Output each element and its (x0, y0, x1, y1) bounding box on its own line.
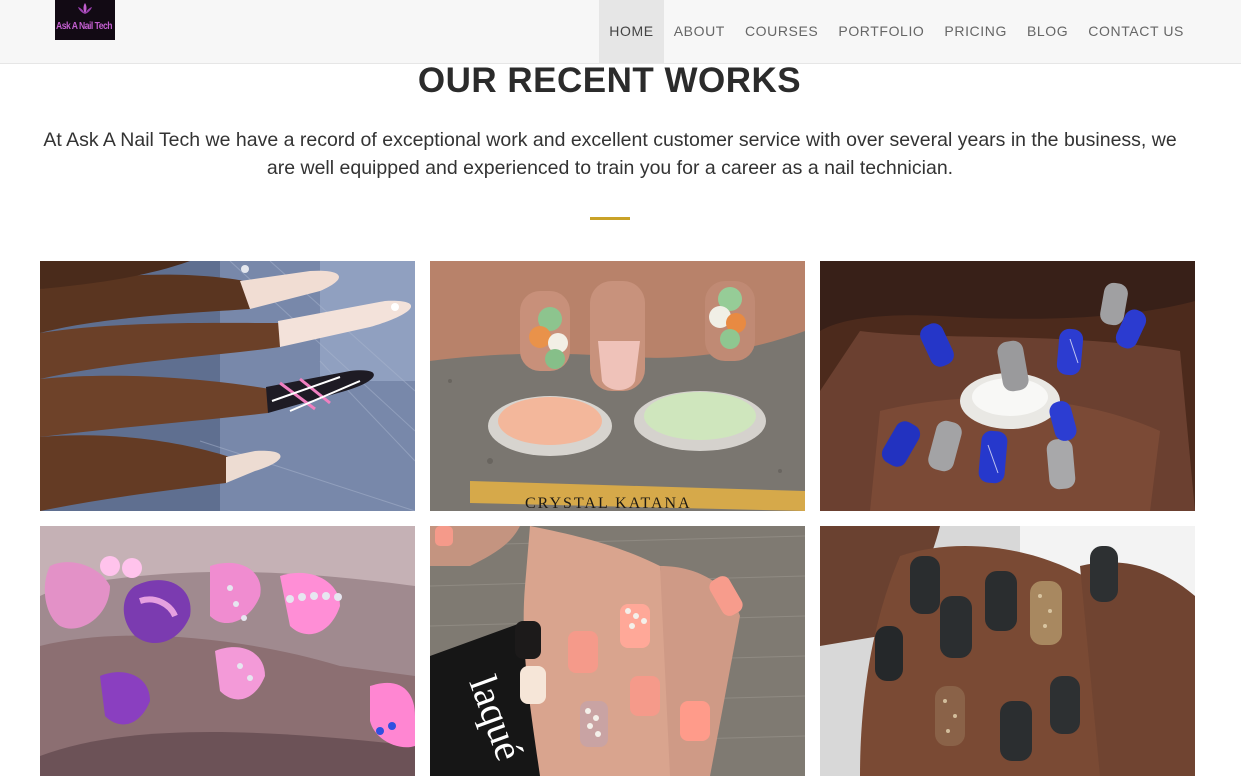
logo-text: Ask A Nail Tech (56, 21, 113, 32)
lotus-icon (78, 3, 92, 14)
brush-label: CRYSTAL KATANA (525, 495, 692, 511)
gallery-photo-acrylic-flowers[interactable]: CRYSTAL KATANA (430, 261, 805, 511)
nav-pricing[interactable]: PRICING (934, 0, 1017, 63)
site-logo[interactable]: Ask A Nail Tech (55, 0, 115, 40)
nav-about[interactable]: ABOUT (664, 0, 735, 63)
gallery-photo-pink-bows[interactable] (40, 526, 415, 776)
section-description: At Ask A Nail Tech we have a record of e… (43, 129, 1177, 179)
gallery-photo-matte-black[interactable] (820, 526, 1195, 776)
nav-courses[interactable]: COURSES (735, 0, 828, 63)
gallery-photo-blue-glitter[interactable] (820, 261, 1195, 511)
site-header: Ask A Nail Tech HOME ABOUT COURSES PORTF… (0, 0, 1241, 64)
nav-portfolio[interactable]: PORTFOLIO (828, 0, 934, 63)
section-divider (590, 217, 630, 220)
section-title: OUR RECENT WORKS (417, 61, 802, 100)
gallery-photo-stiletto-nude[interactable] (40, 261, 415, 511)
nav-contact-us[interactable]: CONTACT US (1078, 0, 1194, 63)
nav-home[interactable]: HOME (599, 0, 664, 63)
nav-blog[interactable]: BLOG (1017, 0, 1078, 63)
main-nav: HOME ABOUT COURSES PORTFOLIO PRICING BLO… (599, 0, 1194, 63)
gallery-photo-coral-coffin[interactable]: laqué (430, 526, 805, 776)
